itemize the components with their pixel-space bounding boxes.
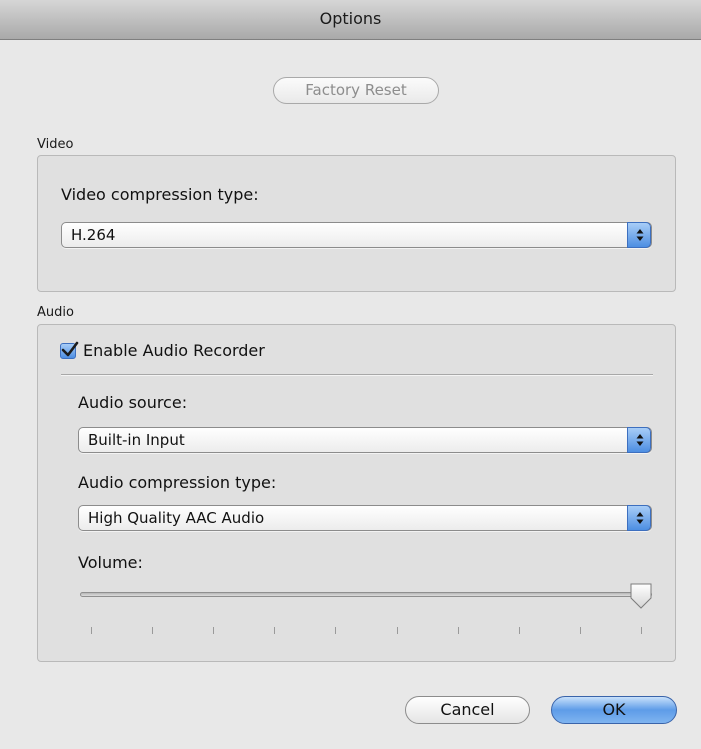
volume-tick [457,627,459,634]
video-compression-value: H.264 [71,226,116,244]
video-section-label: Video [37,137,74,152]
checkmark-icon [61,341,79,357]
factory-reset-button[interactable]: Factory Reset [273,77,439,104]
up-down-arrows-icon [627,427,651,453]
volume-tick [579,627,581,634]
enable-audio-checkbox[interactable] [60,341,79,359]
volume-tick [396,627,398,634]
audio-compression-select[interactable]: High Quality AAC Audio [78,505,652,531]
slider-knob-icon[interactable] [629,583,653,613]
up-down-arrows-icon [627,505,651,531]
audio-source-label: Audio source: [78,393,188,412]
enable-audio-label[interactable]: Enable Audio Recorder [83,341,265,360]
volume-tick [518,627,520,634]
title-bar: Options [0,0,701,40]
audio-section-label: Audio [37,305,74,320]
volume-tick [274,627,276,634]
ok-button[interactable]: OK [551,696,677,724]
video-compression-select[interactable]: H.264 [61,222,652,248]
audio-compression-value: High Quality AAC Audio [88,509,265,527]
volume-tick [213,627,215,634]
cancel-button[interactable]: Cancel [405,696,530,724]
video-compression-label: Video compression type: [61,185,259,204]
up-down-arrows-icon [627,222,651,248]
audio-compression-label: Audio compression type: [78,473,277,492]
volume-tick [641,627,642,634]
audio-separator [61,374,653,376]
volume-tick [91,627,92,634]
volume-tick [335,627,337,634]
volume-label: Volume: [78,553,143,572]
audio-source-value: Built-in Input [88,431,185,449]
window-title: Options [319,9,382,28]
audio-source-select[interactable]: Built-in Input [78,427,652,453]
volume-tick [152,627,154,634]
volume-slider-track[interactable] [80,592,652,597]
